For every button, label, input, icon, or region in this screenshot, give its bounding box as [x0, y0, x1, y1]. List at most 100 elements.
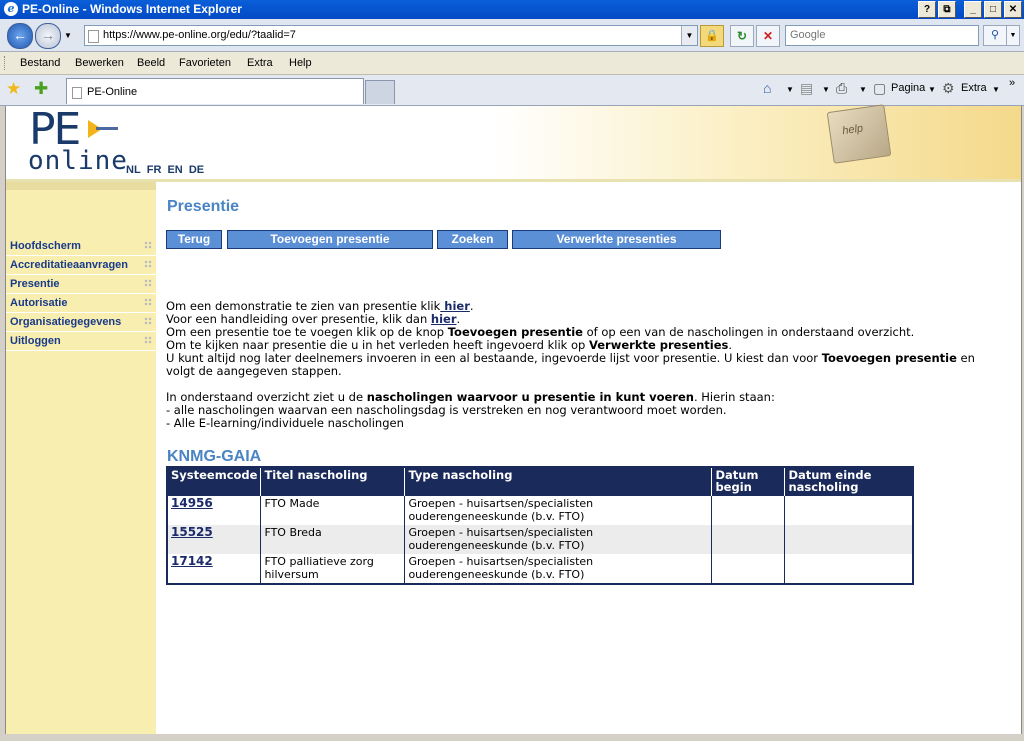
- sidebar-item-organisatiegegevens[interactable]: Organisatiegegevens: [6, 313, 156, 332]
- back-button[interactable]: ←: [7, 23, 33, 49]
- sidebar-item-hoofdscherm[interactable]: Hoofdscherm: [6, 237, 156, 256]
- language-switcher: NL FR EN DE: [126, 164, 207, 176]
- grip-icon: [144, 241, 152, 249]
- menu-help[interactable]: Help: [289, 57, 312, 69]
- section-title: KNMG-GAIA: [167, 448, 262, 465]
- intro-text: Om een demonstratie te zien van presenti…: [166, 299, 975, 430]
- menu-bestand[interactable]: Bestand: [20, 57, 60, 69]
- new-tab-button[interactable]: [365, 80, 395, 104]
- help-key-text: help: [841, 122, 864, 138]
- chevron-right-icon[interactable]: »: [1009, 77, 1015, 89]
- grip-icon: [144, 317, 152, 325]
- help-window-button[interactable]: ?: [918, 1, 936, 18]
- search-icon[interactable]: ⚲: [983, 25, 1007, 46]
- toevoegen-presentie-button[interactable]: Toevoegen presentie: [227, 230, 433, 249]
- logo-line-icon: [96, 127, 118, 130]
- page-dropdown-icon[interactable]: ▼: [928, 85, 936, 94]
- grip-icon: [144, 279, 152, 287]
- window-titlebar: e PE-Online - Windows Internet Explorer …: [0, 0, 1024, 19]
- maximize-button[interactable]: □: [984, 1, 1002, 18]
- sidebar: Hoofdscherm Accreditatieaanvragen Presen…: [6, 182, 156, 734]
- cell-begin: [711, 496, 786, 525]
- search-input[interactable]: [786, 26, 974, 43]
- favorites-star-icon[interactable]: ★: [6, 79, 21, 99]
- page-icon: [88, 30, 99, 43]
- cell-begin: [711, 554, 786, 584]
- minimize-button[interactable]: _: [964, 1, 982, 18]
- lock-icon[interactable]: 🔒: [700, 25, 724, 47]
- table-header-row: Systeemcode Titel nascholing Type nascho…: [167, 467, 914, 496]
- tools-menu-button[interactable]: Extra: [961, 82, 987, 94]
- logo-online-text: online: [28, 146, 128, 176]
- address-dropdown-icon[interactable]: ▼: [681, 26, 697, 45]
- toolbar-grip: [4, 56, 8, 70]
- sidebar-item-autorisatie[interactable]: Autorisatie: [6, 294, 156, 313]
- close-window-button[interactable]: ✕: [1004, 1, 1022, 18]
- col-titel: Titel nascholing: [260, 467, 406, 496]
- stop-button[interactable]: ✕: [756, 25, 780, 47]
- demo-link[interactable]: hier: [440, 299, 470, 313]
- window-title: PE-Online - Windows Internet Explorer: [22, 2, 242, 16]
- tab-bar: ★ ✚ PE-Online ⌂ ▼ ▤ ▼ ⎙ ▼ ▢ Pagina ▼ ⚙ E…: [0, 75, 1024, 106]
- help-key-image: help: [826, 104, 892, 164]
- systeemcode-link[interactable]: 14956: [171, 496, 213, 510]
- menu-bar: Bestand Bewerken Beeld Favorieten Extra …: [0, 52, 1024, 75]
- rss-dropdown-icon[interactable]: ▼: [822, 85, 830, 94]
- status-bar: [0, 734, 1024, 741]
- col-datum-einde: Datum einde nascholing: [784, 467, 914, 496]
- cell-titel: FTO Breda: [260, 525, 406, 554]
- rss-icon[interactable]: ▤: [800, 80, 813, 97]
- page-icon: [72, 87, 82, 99]
- tab-pe-online[interactable]: PE-Online: [66, 78, 364, 104]
- systeemcode-link[interactable]: 17142: [171, 554, 213, 568]
- address-toolbar: ← → ▼ https://www.pe-online.org/edu/?taa…: [0, 19, 1024, 52]
- home-dropdown-icon[interactable]: ▼: [786, 85, 794, 94]
- table-row[interactable]: 15525 FTO Breda Groepen - huisartsen/spe…: [167, 525, 914, 554]
- address-field[interactable]: https://www.pe-online.org/edu/?taalid=7 …: [84, 25, 698, 46]
- site-banner: PE online NL FR EN DE help: [6, 104, 1021, 182]
- search-options-icon[interactable]: ▼: [1006, 25, 1020, 46]
- forward-button[interactable]: →: [35, 23, 61, 49]
- menu-bewerken[interactable]: Bewerken: [75, 57, 124, 69]
- restore-window-button[interactable]: ⧉: [938, 1, 956, 18]
- verwerkte-presenties-button[interactable]: Verwerkte presenties: [512, 230, 721, 249]
- menu-favorieten[interactable]: Favorieten: [179, 57, 231, 69]
- col-systeemcode: Systeemcode: [167, 467, 262, 496]
- grip-icon: [144, 298, 152, 306]
- print-icon[interactable]: ⎙: [836, 80, 847, 97]
- lang-nl[interactable]: NL: [126, 164, 141, 176]
- menu-beeld[interactable]: Beeld: [137, 57, 165, 69]
- nascholingen-table: Systeemcode Titel nascholing Type nascho…: [166, 466, 914, 585]
- grip-icon: [144, 336, 152, 344]
- url-text: https://www.pe-online.org/edu/?taalid=7: [103, 29, 296, 41]
- table-row[interactable]: 17142 FTO palliatieve zorg hilversum Gro…: [167, 554, 914, 584]
- terug-button[interactable]: Terug: [166, 230, 222, 249]
- systeemcode-link[interactable]: 15525: [171, 525, 213, 539]
- manual-link[interactable]: hier: [431, 312, 457, 326]
- sidebar-item-uitloggen[interactable]: Uitloggen: [6, 332, 156, 351]
- page-menu-button[interactable]: Pagina: [891, 82, 925, 94]
- sidebar-item-presentie[interactable]: Presentie: [6, 275, 156, 294]
- gear-icon: ⚙: [942, 80, 955, 96]
- refresh-button[interactable]: ↻: [730, 25, 754, 47]
- table-row[interactable]: 14956 FTO Made Groepen - huisartsen/spec…: [167, 496, 914, 525]
- lang-en[interactable]: EN: [167, 164, 182, 176]
- sidebar-item-accreditatieaanvragen[interactable]: Accreditatieaanvragen: [6, 256, 156, 275]
- zoeken-button[interactable]: Zoeken: [437, 230, 508, 249]
- cell-type: Groepen - huisartsen/specialisten oudere…: [404, 496, 713, 525]
- lang-fr[interactable]: FR: [147, 164, 162, 176]
- page-title: Presentie: [167, 198, 240, 215]
- lang-de[interactable]: DE: [189, 164, 204, 176]
- web-page: PE online NL FR EN DE help Hoofdscherm A…: [5, 104, 1022, 734]
- cell-einde: [784, 525, 914, 554]
- tools-dropdown-icon[interactable]: ▼: [992, 85, 1000, 94]
- search-field[interactable]: [785, 25, 979, 46]
- add-favorite-icon[interactable]: ✚: [34, 79, 48, 99]
- home-icon[interactable]: ⌂: [763, 80, 771, 96]
- window-controls: ? ⧉ _ □ ✕: [918, 1, 1022, 18]
- cell-type: Groepen - huisartsen/specialisten oudere…: [404, 525, 713, 554]
- history-dropdown-icon[interactable]: ▼: [64, 31, 72, 40]
- cell-einde: [784, 554, 914, 584]
- print-dropdown-icon[interactable]: ▼: [859, 85, 867, 94]
- menu-extra[interactable]: Extra: [247, 57, 273, 69]
